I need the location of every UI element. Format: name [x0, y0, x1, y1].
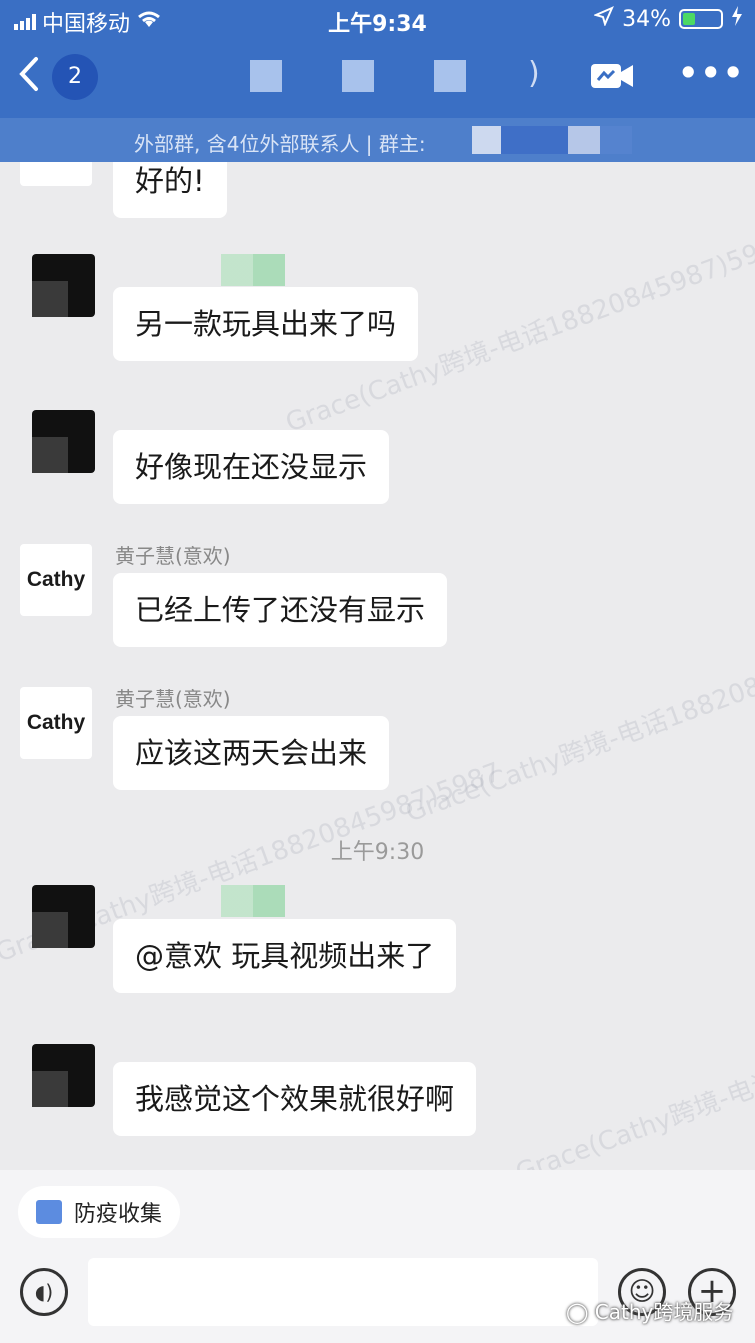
sender-name-redacted: [221, 254, 285, 286]
message-bubble[interactable]: 已经上传了还没有显示: [113, 573, 448, 647]
avatar[interactable]: [20, 162, 92, 186]
voice-icon: ◖): [34, 1280, 54, 1304]
quick-action-chip[interactable]: 防疫收集: [18, 1186, 181, 1238]
location-icon: [593, 6, 615, 32]
avatar[interactable]: [32, 885, 95, 948]
message-bubble[interactable]: 好的!: [113, 162, 227, 218]
avatar[interactable]: Cathy: [20, 544, 92, 616]
message-timestamp: 上午9:30: [330, 840, 425, 865]
watermark-text: Grace(Cathy跨境-电话18820845987)5987: [511, 977, 755, 1170]
avatar[interactable]: [32, 254, 95, 317]
nav-bar: 2 ) •••: [0, 38, 755, 118]
group-info-text: 外部群, 含4位外部联系人 | 群主:: [134, 132, 426, 156]
title-redacted-block: [434, 60, 466, 92]
message-bubble[interactable]: 好像现在还没显示: [113, 430, 390, 504]
unread-badge[interactable]: 2: [52, 54, 98, 100]
footer-watermark-label: Cathy跨境服务: [594, 1300, 734, 1324]
more-options-button[interactable]: •••: [678, 57, 745, 89]
avatar[interactable]: [32, 410, 95, 473]
message-input[interactable]: [88, 1258, 598, 1326]
sender-name: 黄子慧(意欢): [115, 687, 231, 711]
voice-input-button[interactable]: ◖): [20, 1268, 68, 1316]
battery-percent: 34%: [622, 6, 671, 32]
sender-name: 黄子慧(意欢): [115, 544, 231, 568]
status-right: 34%: [593, 6, 743, 32]
input-toolbar: 防疫收集 ◖) ☺ + ◯ Cathy跨境服务: [0, 1170, 755, 1343]
message-bubble[interactable]: 我感觉这个效果就很好啊: [113, 1062, 477, 1136]
document-icon: [36, 1200, 62, 1224]
avatar[interactable]: Cathy: [20, 687, 92, 759]
message-bubble[interactable]: 应该这两天会出来: [113, 716, 390, 790]
footer-watermark: ◯ Cathy跨境服务: [566, 1300, 734, 1324]
title-redacted-block: [342, 60, 374, 92]
chat-area[interactable]: Grace(Cathy跨境-电话18820845987)5987 Grace(C…: [0, 162, 755, 1170]
chip-label: 防疫收集: [74, 1202, 163, 1227]
message-bubble[interactable]: 另一款玩具出来了吗: [113, 287, 419, 361]
avatar[interactable]: [32, 1044, 95, 1107]
video-call-button[interactable]: [590, 62, 634, 90]
message-bubble[interactable]: @意欢 玩具视频出来了: [113, 919, 457, 993]
back-button[interactable]: [18, 56, 40, 99]
title-redacted-block: [250, 60, 282, 92]
chat-title: [250, 60, 466, 92]
sender-name-redacted: [221, 885, 285, 917]
top-bar: 中国移动 上午9:34 34% 2 ) •••: [0, 0, 755, 118]
title-suffix: ): [528, 56, 540, 91]
group-info-bar[interactable]: 外部群, 含4位外部联系人 | 群主:: [0, 118, 755, 162]
charging-icon: [731, 6, 743, 32]
group-owner-redacted: [472, 126, 632, 154]
battery-icon: [679, 9, 723, 29]
status-bar: 中国移动 上午9:34 34%: [0, 0, 755, 38]
